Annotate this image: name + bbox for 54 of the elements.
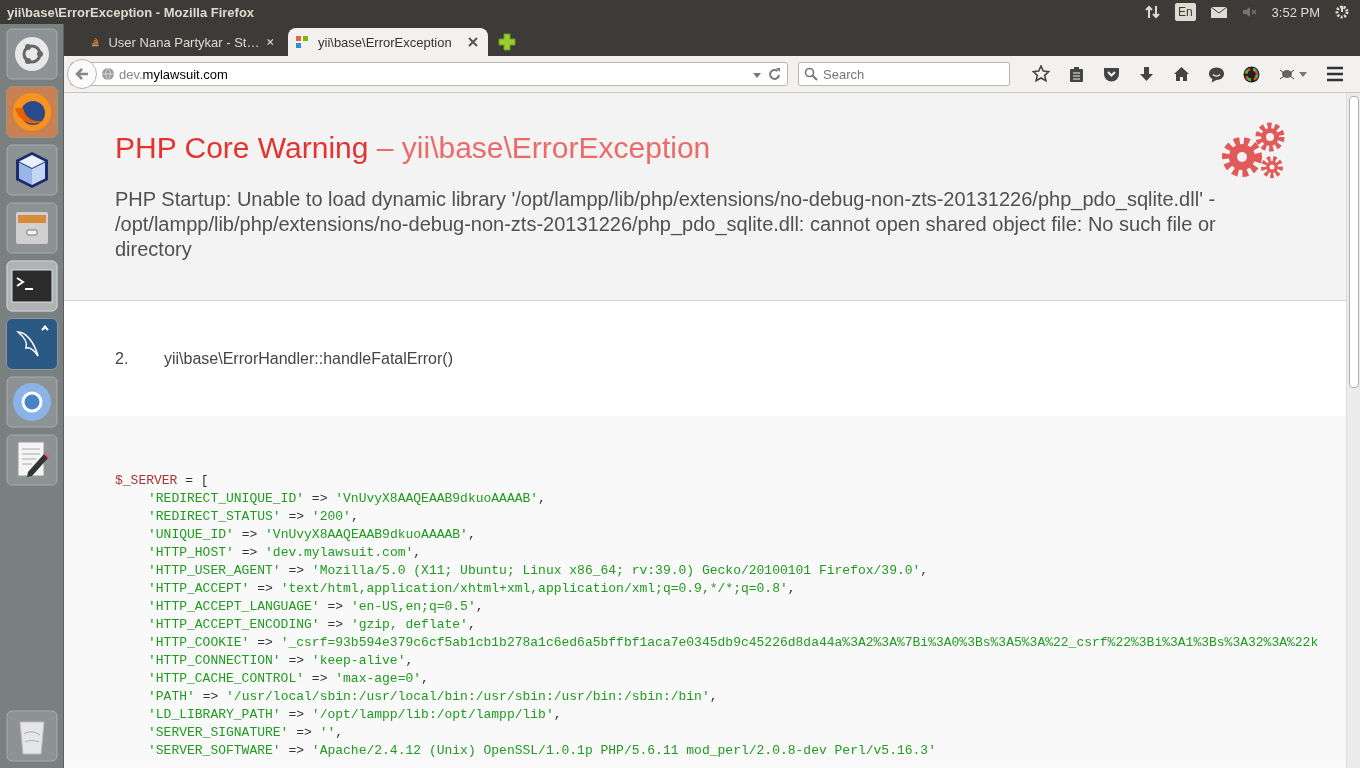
code-line: 'UNIQUE_ID' => 'VnUvyX8AAQEAAB9dkuoAAAAB', <box>148 527 476 542</box>
address-bar[interactable]: dev.mylawsuit.com <box>70 62 788 86</box>
terminal-icon[interactable] <box>5 260 58 312</box>
menu-icon[interactable] <box>1326 65 1344 83</box>
reading-list-icon[interactable] <box>1068 65 1085 83</box>
stack-frame[interactable]: yii\base\ErrorHandler::handleFatalError() <box>164 349 453 368</box>
code-line: $_SERVER = [ <box>115 472 210 490</box>
file-cabinet-icon[interactable] <box>5 202 58 254</box>
transfer-arrows-icon[interactable] <box>1144 4 1161 20</box>
color-wheel-icon[interactable] <box>1243 65 1260 83</box>
globe-icon <box>101 67 115 81</box>
back-arrow-icon <box>75 67 89 81</box>
smiley-chat-icon[interactable] <box>1208 65 1225 83</box>
code-line: 'LD_LIBRARY_PATH' => '/opt/lampp/lib:/opt/lampp/lib', <box>148 707 562 722</box>
pocket-icon[interactable] <box>1103 65 1120 83</box>
mail-icon[interactable] <box>1209 4 1228 20</box>
code-line: 'HTTP_ACCEPT' => 'text/html,application/xhtml+xml,application/xml;q=0.9,*/*;q=0.8', <box>148 581 796 596</box>
close-icon[interactable] <box>468 37 478 47</box>
home-icon[interactable] <box>1173 65 1190 83</box>
code-line: 'HTTP_ACCEPT_ENCODING' => 'gzip, deflate', <box>148 617 476 632</box>
speaker-muted-icon[interactable] <box>1241 4 1258 20</box>
error-subtitle: – yii\base\ErrorException <box>376 131 711 164</box>
scrollbar-thumb[interactable] <box>1348 96 1359 388</box>
ubuntu-logo-icon[interactable] <box>5 28 58 80</box>
reload-icon[interactable] <box>767 67 781 81</box>
download-icon[interactable] <box>1138 65 1155 83</box>
search-field[interactable]: Search <box>798 62 1010 86</box>
code-line: 'HTTP_ACCEPT_LANGUAGE' => 'en-US,en;q=0.5', <box>148 599 484 614</box>
stack-number: 2. <box>115 349 130 368</box>
back-button[interactable] <box>67 59 97 89</box>
new-tab-icon[interactable] <box>498 33 516 51</box>
tab-favicon-icon <box>294 34 310 50</box>
error-title: PHP Core Warning <box>115 131 369 164</box>
keyboard-layout[interactable]: En <box>1174 3 1196 21</box>
code-line: 'SERVER_SIGNATURE' => '', <box>148 725 344 740</box>
code-line: 'HTTP_CACHE_CONTROL' => 'max-age=0', <box>148 671 429 686</box>
code-line: 'PATH' => '/usr/local/sbin:/usr/local/bin:/usr/sbin:/usr/bin:/sbin:/bin', <box>148 689 718 704</box>
code-line: 'HTTP_CONNECTION' => 'keep-alive', <box>148 653 414 668</box>
code-line: 'SERVER_SOFTWARE' => 'Apache/2.4.12 (Unix) OpenSSL/1.0.1p PHP/5.6.11 mod_perl/2.0.8-dev Perl/v5.16.3' <box>148 743 936 758</box>
window-title: yii\base\ErrorException - Mozilla Firefox <box>6 4 256 20</box>
cube-icon[interactable] <box>5 144 58 196</box>
browser-tab[interactable]: User Nana Partykar - St… <box>84 28 284 56</box>
browser-tab[interactable]: yii\base\ErrorException <box>288 28 488 56</box>
error-message: PHP Startup: Unable to load dynamic library '/opt/lampp/lib/php/extensions/no-debug-non-zts-20131226/php_pdo_sqlite.dll' - /opt/lampp/lib/php/extensions/no-debug-non-zts-20131226/php_pdo_sqlite.dll: cannot open shared object file: No such file or directory <box>115 187 1216 262</box>
code-line: 'REDIRECT_UNIQUE_ID' => 'VnUvyX8AAQEAAB9dkuoAAAAB', <box>148 491 546 506</box>
code-line: 'HTTP_HOST' => 'dev.mylawsuit.com', <box>148 545 422 560</box>
code-line: 'REDIRECT_STATUS' => '200', <box>148 509 359 524</box>
firefox-icon[interactable] <box>5 86 58 138</box>
code-line: 'HTTP_COOKIE' => '_csrf=93b594e379c6cf5ab1cb1b278a1c6ed6a5bffbf1aca7e0345db9c45226d8da44a%3A2%3A%7Bi%3A0%3Bs%3A5%3A%22_csrf%22%3Bi%3A1%3Bs%3A32%3A%22k <box>148 635 1319 650</box>
trash-icon[interactable] <box>5 710 58 762</box>
code-line: 'HTTP_USER_AGENT' => 'Mozilla/5.0 (X11; Ubuntu; Linux x86_64; rv:39.0) Gecko/20100101 Firefox/39.0', <box>148 563 929 578</box>
clock[interactable]: 3:52 PM <box>1271 4 1320 20</box>
star-icon[interactable] <box>1032 65 1050 83</box>
text-editor-icon[interactable] <box>5 434 58 486</box>
